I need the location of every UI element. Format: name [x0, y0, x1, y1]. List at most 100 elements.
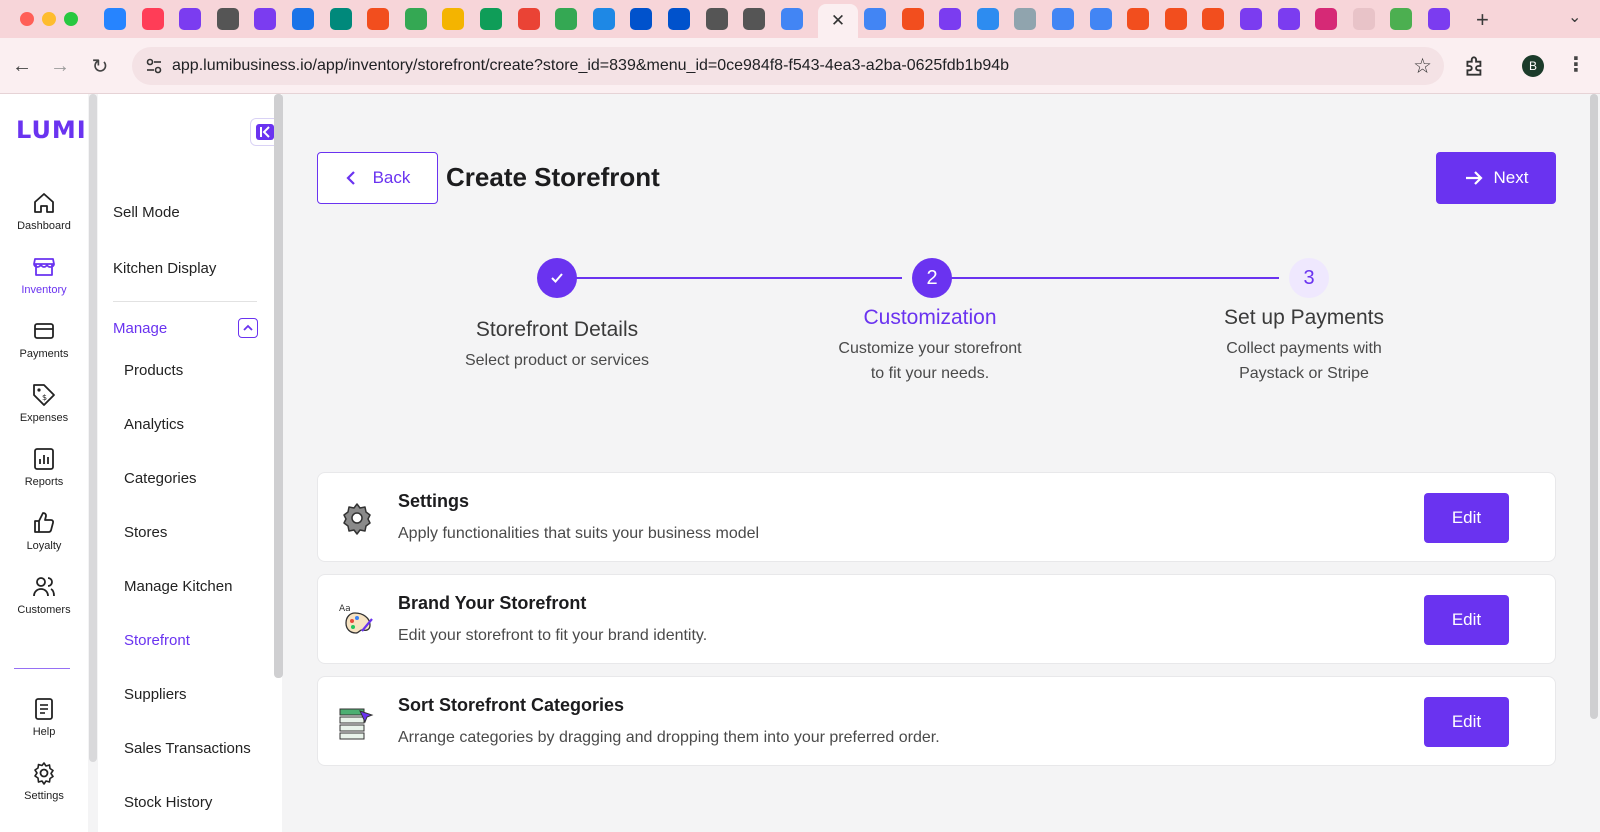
submenu-scrollbar[interactable]: [274, 94, 283, 678]
minimize-window-dot[interactable]: [42, 12, 56, 26]
forward-arrow-icon[interactable]: →: [46, 52, 74, 80]
rail-item-customers[interactable]: Customers: [0, 574, 88, 616]
google-docs-icon[interactable]: [780, 8, 803, 30]
manage-section-header[interactable]: Manage: [113, 320, 167, 337]
submenu-item-storefront[interactable]: Storefront: [124, 632, 190, 649]
submenu-item-manage-kitchen[interactable]: Manage Kitchen: [124, 578, 232, 595]
lumi-icon[interactable]: [939, 8, 962, 30]
rail-label: Settings: [24, 790, 64, 802]
lumi-logo[interactable]: LUMI: [16, 116, 87, 144]
instagram-icon[interactable]: [1315, 8, 1338, 30]
notion-calendar-icon[interactable]: [179, 8, 202, 30]
browser-menu-icon[interactable]: ⋮: [1566, 52, 1586, 77]
globe-icon[interactable]: [216, 8, 239, 30]
figma-icon[interactable]: [1202, 8, 1225, 30]
url-host: app.lumibusiness.io: [172, 57, 313, 74]
gmail-icon[interactable]: [517, 8, 540, 30]
step-1-subtitle: Select product or services: [464, 352, 650, 369]
submenu-item-categories[interactable]: Categories: [124, 470, 197, 487]
google-docs-icon[interactable]: [864, 8, 886, 30]
confluence-icon[interactable]: [667, 8, 690, 30]
rail-scrollbar[interactable]: [89, 94, 97, 762]
doc-icon[interactable]: [1014, 8, 1037, 30]
reload-icon[interactable]: ↻: [86, 52, 114, 80]
submenu-item-sales-transactions[interactable]: Sales Transactions: [124, 740, 251, 757]
site-settings-icon[interactable]: [144, 56, 164, 76]
extensions-puzzle-icon[interactable]: [1462, 53, 1488, 79]
google-meet-icon[interactable]: [329, 8, 352, 30]
monday-icon[interactable]: [141, 8, 164, 30]
submenu-item-stock-history[interactable]: Stock History: [124, 794, 212, 811]
notion-calendar-icon[interactable]: [1427, 8, 1450, 30]
rail-item-reports[interactable]: Reports: [0, 446, 88, 488]
edit-sort-button[interactable]: Edit: [1424, 697, 1509, 747]
back-button-label: Back: [372, 168, 411, 187]
rail-item-help[interactable]: Help: [0, 696, 88, 738]
chart-icon: [34, 448, 54, 470]
page-scrollbar[interactable]: [1590, 94, 1598, 719]
manage-collapse-button[interactable]: [238, 318, 258, 338]
submenu-item-analytics[interactable]: Analytics: [124, 416, 184, 433]
confluence-icon[interactable]: [630, 8, 653, 30]
notion-calendar-icon[interactable]: [254, 8, 277, 30]
globe-icon[interactable]: [743, 8, 766, 30]
figma-icon[interactable]: [367, 8, 390, 30]
submenu-divider: [113, 301, 257, 302]
todo-icon[interactable]: [976, 8, 999, 30]
svg-text:Aa: Aa: [339, 604, 351, 614]
app-root: LUMI Dashboard Inventory Payments $ Expe…: [0, 94, 1600, 832]
rail-item-loyalty[interactable]: Loyalty: [0, 510, 88, 552]
maximize-window-dot[interactable]: [64, 12, 78, 26]
skype-icon[interactable]: [592, 8, 615, 30]
globe-icon[interactable]: [705, 8, 728, 30]
arrow-right-icon: [1465, 171, 1483, 185]
step-2-number: 2: [926, 266, 938, 289]
notion-calendar-icon[interactable]: [1277, 8, 1300, 30]
rail-item-payments[interactable]: Payments: [0, 318, 88, 360]
step-3-circle: 3: [1289, 258, 1329, 298]
tab-strip-right: [864, 8, 1466, 30]
google-drive-icon[interactable]: [404, 8, 427, 30]
edit-settings-button[interactable]: Edit: [1424, 493, 1509, 543]
blank-icon[interactable]: [1352, 8, 1375, 30]
inventory-submenu: Sell Mode Kitchen Display Manage Product…: [98, 94, 282, 832]
next-button[interactable]: Next: [1436, 152, 1556, 204]
google-calendar-icon[interactable]: [291, 8, 314, 30]
back-button[interactable]: Back: [317, 152, 438, 204]
google-docs-icon[interactable]: [1051, 8, 1074, 30]
store-icon: [33, 258, 55, 276]
edit-brand-button[interactable]: Edit: [1424, 595, 1509, 645]
submenu-item-stores[interactable]: Stores: [124, 524, 167, 541]
new-tab-button[interactable]: +: [1476, 7, 1489, 33]
submenu-item-sell-mode[interactable]: Sell Mode: [113, 204, 180, 221]
profile-avatar[interactable]: B: [1522, 55, 1544, 77]
back-arrow-icon[interactable]: ←: [8, 52, 36, 80]
rail-item-dashboard[interactable]: Dashboard: [0, 190, 88, 232]
rail-item-settings[interactable]: Settings: [0, 760, 88, 802]
google-icon[interactable]: [1089, 8, 1112, 30]
jira-icon[interactable]: [104, 8, 126, 30]
rail-label: Dashboard: [17, 220, 71, 232]
step-3-number: 3: [1303, 266, 1315, 289]
submenu-item-products[interactable]: Products: [124, 362, 183, 379]
figma-icon[interactable]: [1164, 8, 1187, 30]
figma-icon[interactable]: [901, 8, 924, 30]
address-bar[interactable]: app.lumibusiness.io/app/inventory/storef…: [132, 47, 1444, 85]
figma-icon[interactable]: [1127, 8, 1150, 30]
google-slides-icon[interactable]: [442, 8, 465, 30]
submenu-item-kitchen-display[interactable]: Kitchen Display: [113, 260, 216, 277]
rail-item-inventory[interactable]: Inventory: [0, 254, 88, 296]
google-drive-icon[interactable]: [555, 8, 578, 30]
google-sheets-icon[interactable]: [479, 8, 502, 30]
rail-item-expenses[interactable]: $ Expenses: [0, 382, 88, 424]
bookmark-star-icon[interactable]: ☆: [1413, 54, 1432, 79]
active-tab[interactable]: ✕: [818, 4, 858, 38]
next-button-label: Next: [1493, 168, 1529, 187]
close-window-dot[interactable]: [20, 12, 34, 26]
chevron-up-icon: [243, 324, 253, 331]
tab-search-chevron-icon[interactable]: ⌄: [1568, 7, 1581, 27]
tab-close-icon[interactable]: ✕: [831, 11, 845, 31]
submenu-item-suppliers[interactable]: Suppliers: [124, 686, 187, 703]
shield-icon[interactable]: [1390, 8, 1413, 30]
notion-calendar-icon[interactable]: [1239, 8, 1262, 30]
